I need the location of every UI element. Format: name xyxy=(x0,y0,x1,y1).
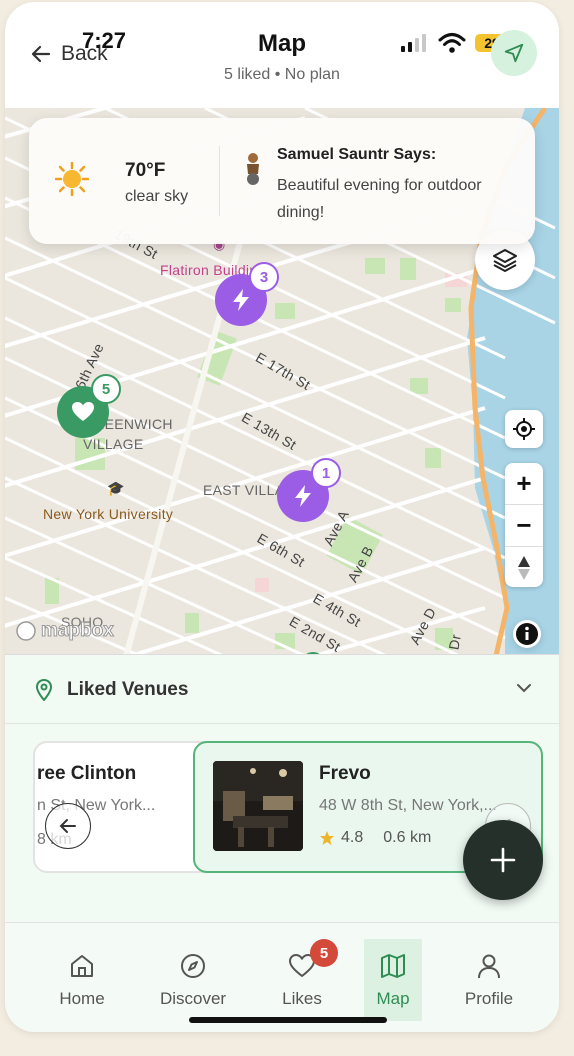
tab-home[interactable]: Home xyxy=(42,939,122,1021)
marker-count-badge: 5 xyxy=(91,374,121,404)
lightning-icon xyxy=(233,289,249,311)
profile-icon xyxy=(478,954,500,979)
page-subtitle: 5 liked • No plan xyxy=(224,66,340,83)
zoom-in-button[interactable]: + xyxy=(505,463,543,505)
map-icon xyxy=(381,954,405,978)
venue-rating: 4.8 xyxy=(341,829,364,846)
tab-label: Home xyxy=(59,989,105,1008)
arrow-left-icon xyxy=(59,819,76,833)
venue-distance: 0.6 km xyxy=(383,829,432,846)
guide-avatar-icon xyxy=(247,153,259,185)
guide-message: Beautiful evening for outdoor dining! xyxy=(277,177,482,221)
compass-icon xyxy=(181,954,205,978)
my-location-button[interactable] xyxy=(505,410,543,448)
sheet-title: Liked Venues xyxy=(67,679,189,700)
map-marker-cluster[interactable]: 1 xyxy=(277,458,341,522)
tab-label: Discover xyxy=(159,989,227,1008)
weather-card: 70°F clear sky Samuel Sauntr Says: Beaut… xyxy=(29,118,535,244)
venue-rating-row: 4.8 0.6 km xyxy=(319,829,431,847)
likes-count-badge: 5 xyxy=(310,939,338,967)
map-marker-cluster[interactable]: 3 xyxy=(215,262,279,326)
location-pin-icon xyxy=(35,679,53,701)
cellular-signal-icon xyxy=(401,34,426,52)
tab-discover[interactable]: Discover xyxy=(153,939,233,1021)
navigation-arrow-icon xyxy=(504,43,524,63)
map-view[interactable]: 19th St ◉ Flatiron Building 6th Ave E 17… xyxy=(5,108,559,660)
marker-count-badge: 1 xyxy=(311,458,341,488)
wifi-icon xyxy=(438,33,466,53)
map-label-village: VILLAGE xyxy=(83,436,144,452)
heart-icon xyxy=(72,402,94,421)
guide-title: Samuel Sauntr Says: xyxy=(277,146,437,163)
add-button[interactable] xyxy=(463,820,543,900)
venue-address: 48 W 8th St, New York,... xyxy=(319,797,497,814)
tab-label: Map xyxy=(376,989,410,1008)
crosshair-icon xyxy=(513,418,535,440)
divider xyxy=(219,146,220,216)
map-info-button[interactable] xyxy=(513,620,541,648)
app-header: Back 7:27 Map 5 liked • No plan 29 xyxy=(5,2,559,108)
tab-map[interactable]: Map xyxy=(364,939,422,1021)
lightning-icon xyxy=(295,485,311,507)
map-label-dr: Dr xyxy=(445,633,464,651)
map-label-nyu: New York University xyxy=(43,506,174,522)
home-indicator xyxy=(189,1017,387,1023)
venue-image xyxy=(213,761,303,851)
star-icon xyxy=(320,831,334,845)
nyu-icon: 🎓 xyxy=(107,480,125,496)
venue-name: Frevo xyxy=(319,763,371,784)
liked-venues-header[interactable]: Liked Venues xyxy=(5,655,559,724)
north-arrow-icon xyxy=(518,555,530,580)
chevron-down-icon xyxy=(517,684,531,693)
venue-photo xyxy=(213,761,303,851)
temperature: 70°F xyxy=(125,160,166,181)
phone-screen: 19th St ◉ Flatiron Building 6th Ave E 17… xyxy=(5,2,559,1032)
mapbox-logo: mapbox xyxy=(15,620,114,642)
venue-name: ree Clinton xyxy=(37,763,137,784)
mapbox-icon xyxy=(16,621,36,641)
bottom-tab-bar: Home Discover Likes 5 Map Profile xyxy=(5,922,559,1032)
sun-icon xyxy=(55,162,89,196)
weather-condition: clear sky xyxy=(125,188,189,205)
compass-reset-button[interactable] xyxy=(505,547,543,588)
navigate-button[interactable] xyxy=(491,30,537,76)
mapbox-wordmark: mapbox xyxy=(41,620,115,642)
tab-label: Profile xyxy=(464,989,514,1008)
tab-label: Likes xyxy=(282,989,322,1008)
tab-likes[interactable]: Likes 5 xyxy=(262,939,342,1021)
map-marker-liked[interactable]: 5 xyxy=(57,374,121,438)
tab-profile[interactable]: Profile xyxy=(449,939,529,1021)
home-icon xyxy=(71,955,93,977)
info-icon xyxy=(516,623,538,645)
marker-count-badge: 3 xyxy=(249,262,279,292)
zoom-out-button[interactable]: − xyxy=(505,505,543,547)
previous-card-button[interactable] xyxy=(45,803,91,849)
plus-icon xyxy=(490,847,516,873)
layers-icon xyxy=(493,249,517,272)
zoom-controls: + − xyxy=(505,463,543,587)
